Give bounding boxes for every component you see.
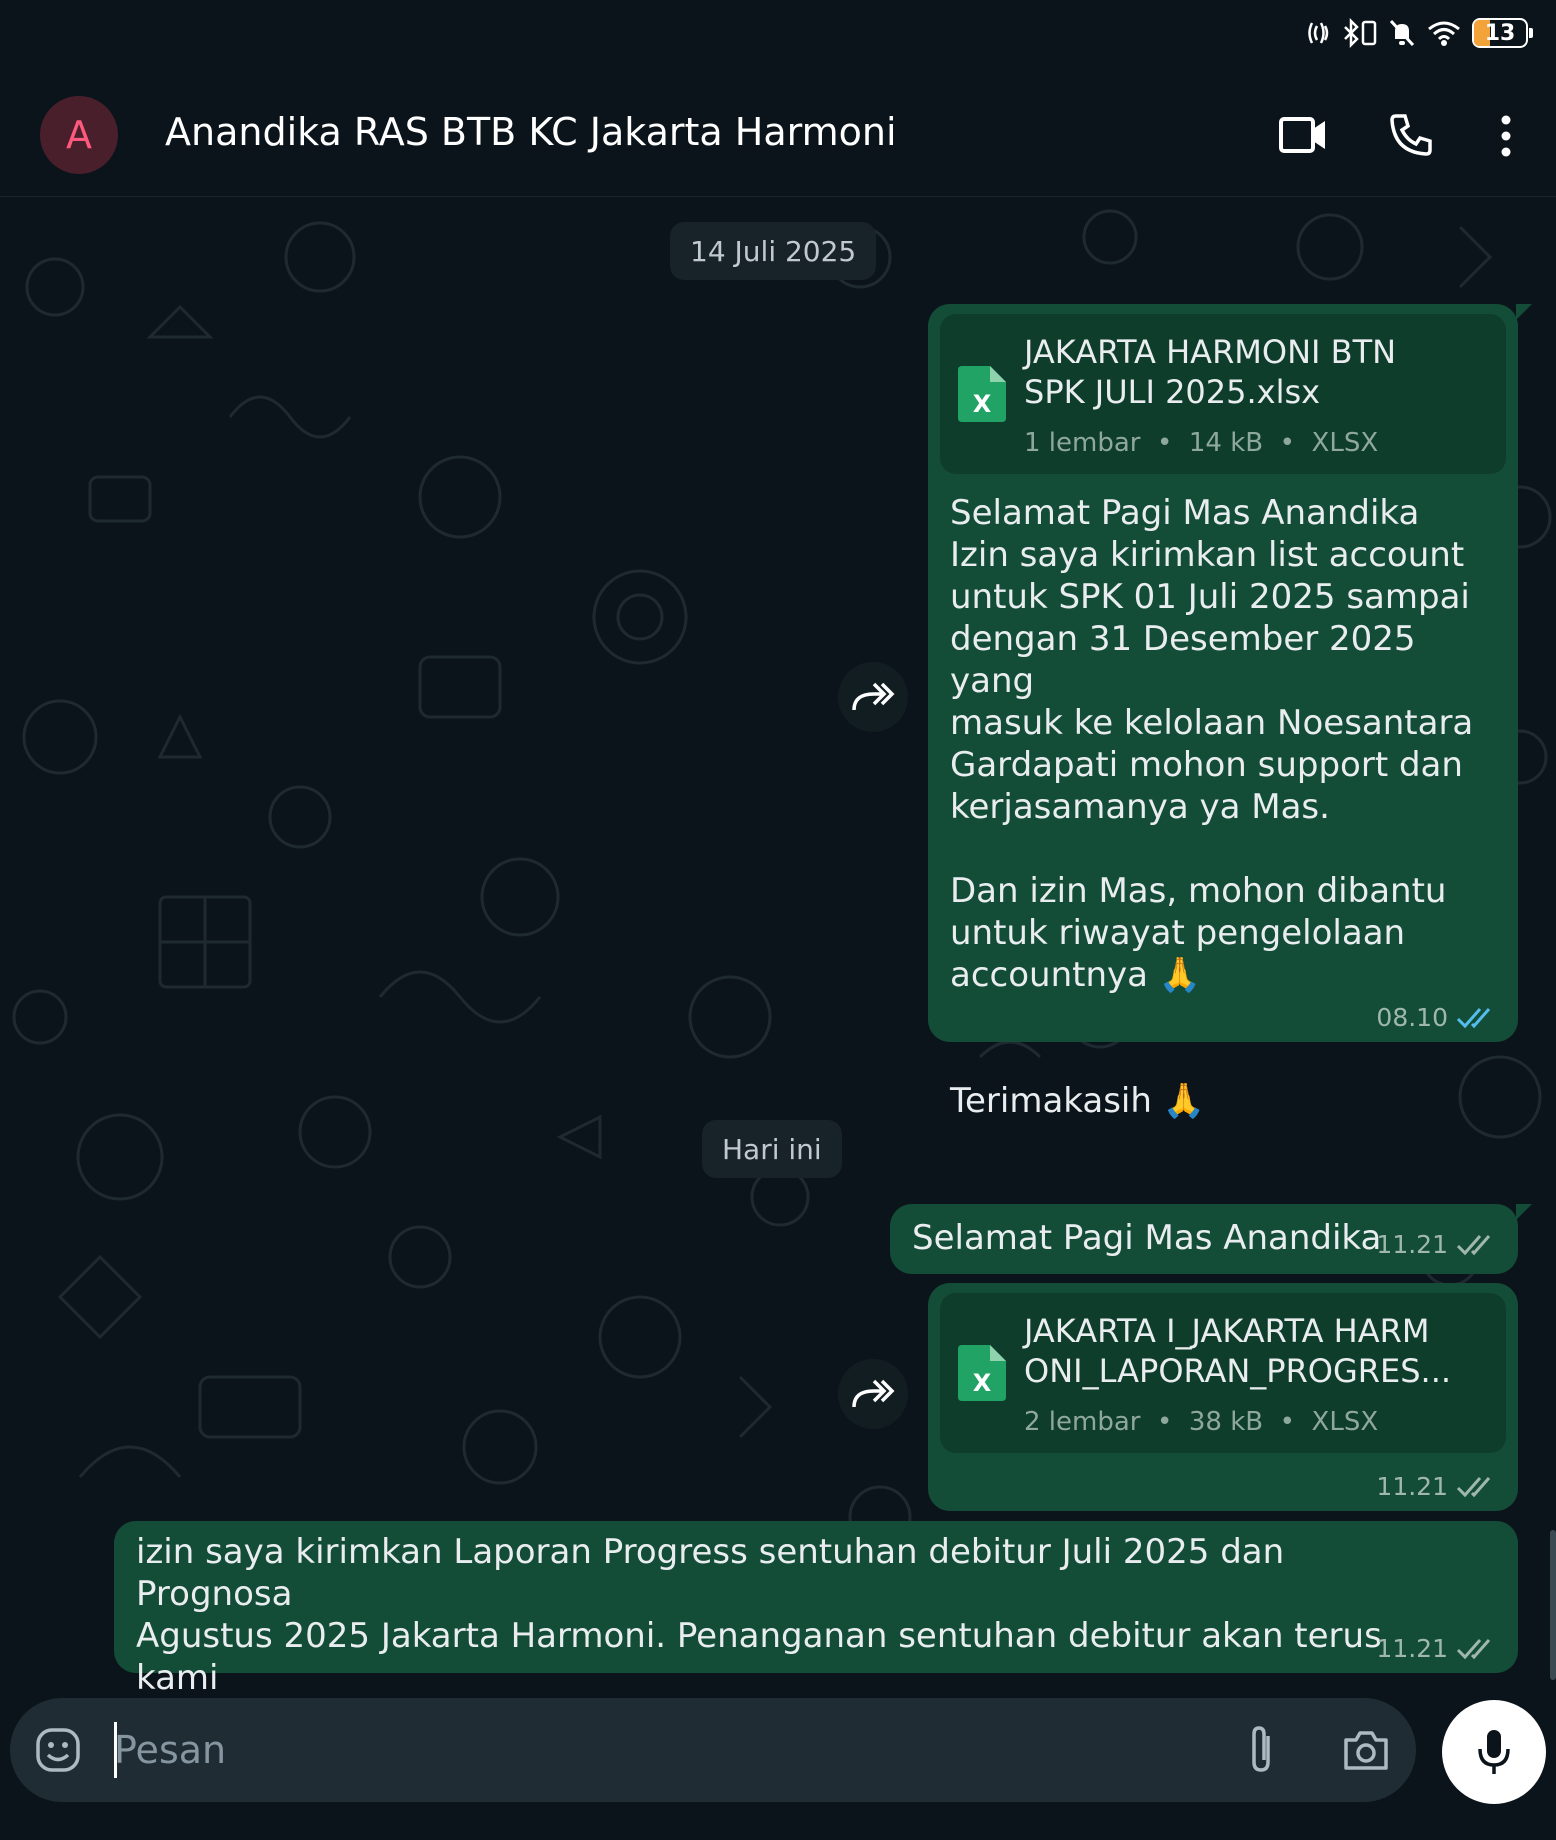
- svg-text:X: X: [973, 1369, 992, 1397]
- bluetooth-battery-icon: [1344, 18, 1377, 48]
- message-text: Selamat Pagi Mas Anandika: [912, 1218, 1382, 1258]
- video-call-icon[interactable]: [1278, 114, 1328, 156]
- document-attachment[interactable]: X JAKARTA I_JAKARTA HARM ONI_LAPORAN_PRO…: [940, 1293, 1506, 1453]
- forward-button[interactable]: [838, 662, 908, 732]
- message-input[interactable]: Pesan: [114, 1728, 226, 1772]
- battery-indicator: 13: [1472, 18, 1533, 48]
- message-text: izin saya kirimkan Laporan Progress sent…: [136, 1532, 1382, 1697]
- attach-icon[interactable]: [1244, 1724, 1278, 1776]
- document-name: JAKARTA HARMONI BTN SPK JULI 2025.xlsx: [1024, 333, 1397, 411]
- forward-button[interactable]: [838, 1359, 908, 1429]
- date-separator: 14 Juli 2025: [670, 222, 877, 280]
- phone-icon[interactable]: [1388, 112, 1434, 158]
- document-meta: 2 lembar • 38 kB • XLSX: [1024, 1407, 1379, 1437]
- mute-icon: [1389, 19, 1415, 47]
- status-bar: 13: [0, 0, 1556, 76]
- contact-name[interactable]: Anandika RAS BTB KC Jakarta Harmoni: [165, 110, 897, 154]
- nfc-icon: [1308, 22, 1329, 44]
- chat-area[interactable]: 14 Juli 2025 X JAKARTA HARMONI BTN SPK J…: [0, 197, 1556, 1697]
- document-meta: 1 lembar • 14 kB • XLSX: [1024, 428, 1379, 458]
- forward-icon: [852, 1379, 895, 1408]
- emoji-icon[interactable]: [34, 1726, 82, 1774]
- xlsx-file-icon: X: [958, 366, 1006, 422]
- svg-text:X: X: [973, 390, 992, 418]
- double-check-icon: [1456, 1007, 1491, 1028]
- mic-icon: [1478, 1730, 1510, 1774]
- chat-header: A Anandika RAS BTB KC Jakarta Harmoni: [0, 76, 1556, 197]
- scrollbar[interactable]: [1550, 1530, 1556, 1680]
- outgoing-message[interactable]: X JAKARTA I_JAKARTA HARM ONI_LAPORAN_PRO…: [928, 1283, 1518, 1511]
- outgoing-message[interactable]: Selamat Pagi Mas Anandika 11.21: [890, 1204, 1532, 1274]
- double-check-icon: [1456, 1476, 1491, 1497]
- status-icons: 13: [1306, 18, 1533, 48]
- xlsx-file-icon: X: [958, 1345, 1006, 1401]
- document-attachment[interactable]: X JAKARTA HARMONI BTN SPK JULI 2025.xlsx…: [940, 314, 1506, 474]
- double-check-icon: [1456, 1638, 1491, 1659]
- message-time: 11.21: [1376, 1230, 1496, 1259]
- message-time: 11.21: [1376, 1634, 1496, 1663]
- message-time: 11.21: [1376, 1472, 1496, 1501]
- camera-icon[interactable]: [1342, 1728, 1390, 1772]
- wifi-icon: [1428, 21, 1460, 46]
- message-composer[interactable]: Pesan: [10, 1698, 1416, 1802]
- date-separator: Hari ini: [702, 1120, 842, 1178]
- double-check-icon: [1456, 1234, 1491, 1255]
- more-vert-icon[interactable]: [1496, 114, 1516, 158]
- forward-icon: [852, 682, 895, 711]
- voice-record-button[interactable]: [1442, 1700, 1546, 1804]
- document-name: JAKARTA I_JAKARTA HARM ONI_LAPORAN_PROGR…: [1024, 1312, 1452, 1390]
- message-time: 08.10: [1376, 1003, 1496, 1032]
- avatar[interactable]: A: [40, 96, 118, 174]
- outgoing-message[interactable]: izin saya kirimkan Laporan Progress sent…: [114, 1521, 1518, 1697]
- outgoing-message[interactable]: X JAKARTA HARMONI BTN SPK JULI 2025.xlsx…: [928, 304, 1532, 1121]
